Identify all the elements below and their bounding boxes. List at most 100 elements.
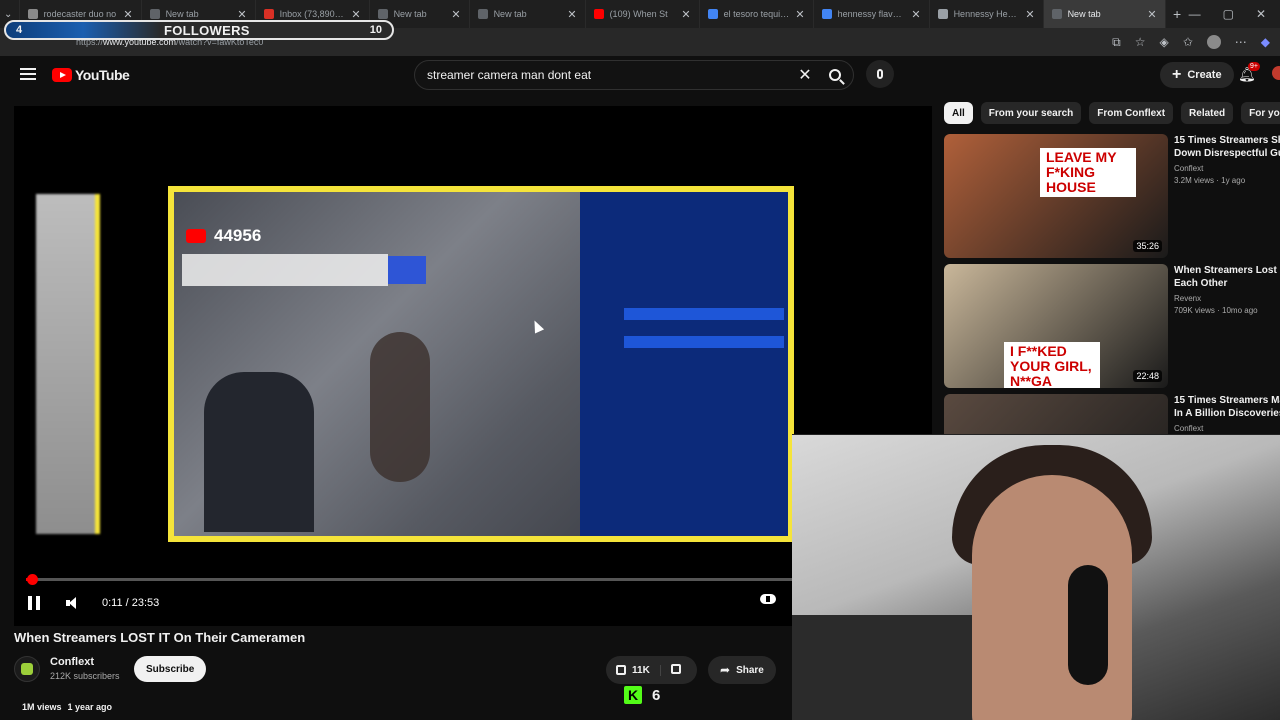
recommendation-title-line2[interactable]: Down Disrespectful Gue (1174, 147, 1280, 160)
account-avatar[interactable] (1272, 66, 1280, 80)
tab-close-icon[interactable]: ✕ (795, 8, 804, 21)
favorites-icon[interactable]: ✩ (1183, 35, 1193, 49)
tab-close-icon[interactable]: ✕ (1025, 8, 1034, 21)
browser-tab[interactable]: el tesoro tequila - S ✕ (700, 0, 814, 28)
recommendation-title-line2[interactable]: Each Other (1174, 277, 1280, 290)
recommendation-thumbnail[interactable]: LEAVE MY F*KING HOUSE 35:26 (944, 134, 1168, 258)
share-button[interactable]: ➦ Share (708, 656, 776, 684)
browser-tab[interactable]: (109) When St ✕ (586, 0, 700, 28)
recommendation-title[interactable]: When Streamers Lost It O (1174, 264, 1280, 277)
webcam-microphone (1068, 565, 1108, 685)
recommendation-title-line2[interactable]: In A Billion Discoveries (1174, 407, 1280, 420)
tab-close-icon[interactable]: ✕ (911, 8, 920, 21)
clip-accept-button (388, 256, 426, 284)
recommendation-item[interactable]: I F**KED YOUR GIRL, N**GA 22:48 When Strea… (944, 264, 1280, 390)
recommendation-channel[interactable]: Conflext (1174, 424, 1280, 433)
view-count: 1M views 1 year ago (22, 702, 113, 712)
filter-chip[interactable]: All (944, 102, 973, 124)
tab-close-icon[interactable]: ✕ (1147, 8, 1156, 21)
recommendation-meta: 15 Times Streamers Shu Down Disrespectful… (1168, 134, 1280, 260)
youtube-play-icon (52, 68, 72, 82)
volume-icon[interactable] (66, 596, 82, 610)
tab-favicon-icon (27, 9, 38, 19)
clip-party-join-banner (182, 254, 388, 286)
recommendation-meta: When Streamers Lost It OEach Other Revenx… (1168, 264, 1280, 390)
browser-tab[interactable]: New tab ✕ (1043, 0, 1166, 28)
recommendation-title[interactable]: 15 Times Streamers Shu (1174, 134, 1280, 147)
clip-streamer (204, 372, 314, 532)
tab-close-icon[interactable]: ✕ (237, 8, 246, 21)
subscriber-count: 212K subscribers (50, 671, 120, 681)
progress-scrubber[interactable] (27, 574, 39, 585)
youtube-badge-icon (186, 229, 206, 243)
kick-logo-icon: K (624, 686, 642, 704)
search-icon (829, 69, 841, 81)
clear-search-icon[interactable]: ✕ (793, 65, 817, 85)
search-box[interactable]: streamer camera man dont eat ✕ (414, 60, 854, 90)
player-controls: 0:11 / 23:53 (28, 592, 159, 614)
browser-tab[interactable]: hennessy flavors - G ✕ (814, 0, 930, 28)
new-tab-button[interactable]: + (1166, 6, 1189, 22)
thumbs-down-icon (670, 663, 681, 674)
followers-label: FOLLOWERS (164, 22, 250, 38)
profile-avatar[interactable] (1206, 35, 1221, 49)
extensions-icon[interactable]: ⧉ (1112, 35, 1121, 50)
pause-icon[interactable] (28, 596, 40, 610)
like-button[interactable]: 11K (606, 664, 661, 676)
recommendation-channel[interactable]: Conflext (1174, 164, 1280, 173)
tab-close-icon[interactable]: ✕ (681, 8, 690, 21)
clip-subscriber-counter: 44956 (186, 226, 261, 246)
recommendation-title[interactable]: 15 Times Streamers Mac (1174, 394, 1280, 407)
bookmark-star-icon[interactable]: ☆ (1135, 35, 1146, 49)
tab-title: Hennessy Henny R (953, 9, 1020, 19)
youtube-logo[interactable]: YouTube (52, 67, 130, 83)
dislike-button[interactable] (661, 663, 697, 677)
tab-title: Inbox (73,890) - mo (279, 9, 346, 19)
clip-profile-panel (580, 192, 788, 536)
tab-favicon-icon (593, 9, 604, 19)
time-display: 0:11 / 23:53 (102, 597, 160, 609)
autoplay-toggle[interactable] (760, 594, 776, 604)
extension-puzzle-icon[interactable]: ◈ (1159, 35, 1168, 49)
close-window-icon[interactable]: ✕ (1256, 7, 1266, 21)
thumbs-up-icon (616, 665, 626, 675)
create-button[interactable]: + Create (1160, 62, 1234, 88)
filter-chip[interactable]: From Conflext (1089, 102, 1174, 124)
minimize-icon[interactable]: — (1189, 7, 1201, 21)
tab-close-icon[interactable]: ✕ (451, 8, 460, 21)
search-button[interactable] (817, 61, 853, 89)
maximize-icon[interactable]: ▢ (1223, 7, 1234, 21)
channel-name[interactable]: Conflext (50, 656, 94, 668)
filter-chip[interactable]: From your search (980, 102, 1082, 124)
recommendation-stats: 709K views · 10mo ago (1174, 306, 1258, 315)
hamburger-menu-icon[interactable] (20, 68, 36, 80)
filter-chip[interactable]: Related (1181, 102, 1234, 124)
tab-close-icon[interactable]: ✕ (567, 8, 576, 21)
copilot-icon[interactable]: ◆ (1261, 35, 1270, 49)
tab-favicon-icon (477, 9, 488, 19)
tab-favicon-icon (937, 9, 948, 19)
tab-close-icon[interactable]: ✕ (123, 8, 132, 21)
tab-title: rodecaster duo no (43, 9, 117, 19)
browser-menu-icon[interactable]: ⋯ (1235, 35, 1247, 49)
thumbnail-caption: LEAVE MY F*KING HOUSE (1040, 148, 1136, 197)
tab-title: New tab (493, 9, 527, 19)
recommendation-thumbnail[interactable]: I F**KED YOUR GIRL, N**GA 22:48 (944, 264, 1168, 388)
progress-bar[interactable] (26, 574, 792, 585)
tab-title: hennessy flavors - G (837, 9, 906, 19)
recommendation-channel[interactable]: Revenx (1174, 294, 1280, 303)
plus-icon: + (1172, 66, 1182, 83)
video-title: When Streamers LOST IT On Their Camerame… (14, 630, 306, 645)
browser-tab[interactable]: New tab ✕ (470, 0, 586, 28)
recommendation-item[interactable]: LEAVE MY F*KING HOUSE 35:26 15 Times Strea… (944, 134, 1280, 260)
search-input[interactable]: streamer camera man dont eat (427, 68, 793, 82)
tab-favicon-icon (1051, 9, 1062, 19)
tab-title: New tab (165, 9, 199, 19)
channel-avatar[interactable] (14, 656, 40, 682)
tab-title: el tesoro tequila - S (723, 9, 790, 19)
filter-chip[interactable]: For you (1241, 102, 1280, 124)
voice-search-button[interactable] (866, 60, 894, 88)
browser-tab[interactable]: Hennessy Henny R ✕ (930, 0, 1044, 28)
tab-close-icon[interactable]: ✕ (351, 8, 360, 21)
subscribe-button[interactable]: Subscribe (134, 656, 207, 682)
